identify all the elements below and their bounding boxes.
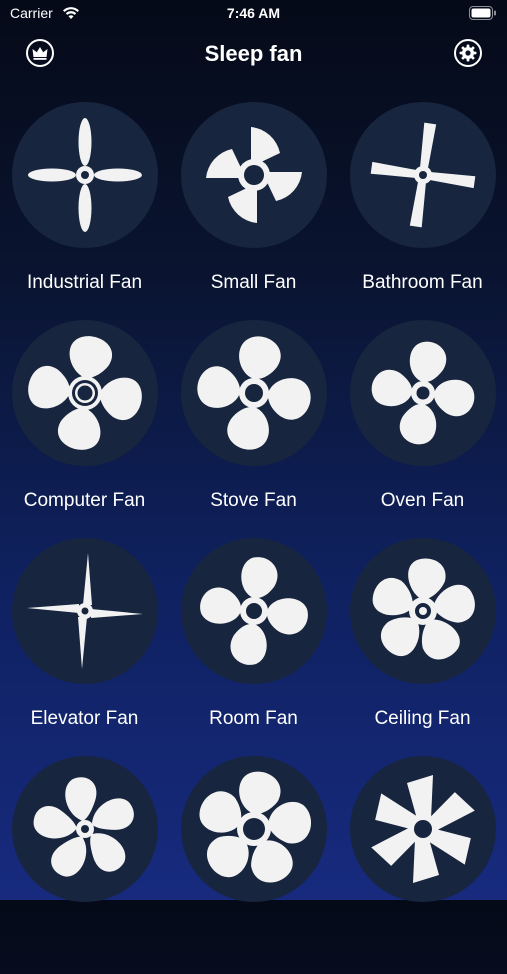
- navigation-bar: Sleep fan: [0, 28, 507, 78]
- ceiling-fan-icon: [372, 558, 475, 660]
- fan-label: Room Fan: [209, 708, 298, 729]
- fan-disc: [181, 320, 327, 466]
- fan-disc: [181, 102, 327, 248]
- fan-tile-elevator[interactable]: Elevator Fan: [0, 538, 169, 756]
- fan-disc: [12, 102, 158, 248]
- fan-tile-ceiling[interactable]: Ceiling Fan: [338, 538, 507, 756]
- status-bar: Carrier 7:46 AM: [0, 0, 507, 28]
- room-fan-icon: [200, 557, 308, 665]
- fan-label: Industrial Fan: [26, 272, 143, 293]
- bathroom-fan-icon: [370, 122, 476, 228]
- fan-disc: [350, 538, 496, 684]
- stove-fan-icon: [197, 336, 311, 450]
- fan-tile-industrial[interactable]: Industrial Fan: [0, 102, 169, 320]
- fan-tile-computer[interactable]: Computer Fan: [0, 320, 169, 538]
- fan-tile[interactable]: [169, 756, 338, 974]
- fan-tile-oven[interactable]: Oven Fan: [338, 320, 507, 538]
- fan-tile-small[interactable]: Small Fan: [169, 102, 338, 320]
- fan-disc: [350, 320, 496, 466]
- fan-icon: [371, 775, 475, 883]
- page-title: Sleep fan: [204, 41, 303, 66]
- fan-icon: [33, 777, 134, 877]
- fan-disc: [12, 756, 158, 902]
- oven-fan-icon: [371, 341, 475, 445]
- battery-icon: [469, 6, 497, 25]
- status-time: 7:46 AM: [226, 5, 281, 21]
- fan-disc: [12, 538, 158, 684]
- fan-tile[interactable]: [338, 756, 507, 974]
- fan-disc: [350, 756, 496, 902]
- gear-icon: [454, 39, 482, 67]
- fan-tile-stove[interactable]: Stove Fan: [169, 320, 338, 538]
- fan-label: Small Fan: [210, 272, 297, 293]
- fan-disc: [12, 320, 158, 466]
- fan-label: Stove Fan: [210, 490, 297, 511]
- fan-disc: [181, 756, 327, 902]
- computer-fan-icon: [28, 336, 142, 450]
- fan-label: Bathroom Fan: [362, 272, 483, 293]
- fan-label: Ceiling Fan: [374, 708, 471, 729]
- fan-icon: [199, 771, 312, 883]
- fan-tile-bathroom[interactable]: Bathroom Fan: [338, 102, 507, 320]
- fan-disc: [350, 102, 496, 248]
- fan-label: Oven Fan: [380, 490, 465, 511]
- fan-tile-room[interactable]: Room Fan: [169, 538, 338, 756]
- fan-disc: [181, 538, 327, 684]
- fan-tile[interactable]: [0, 756, 169, 974]
- fan-label: Elevator Fan: [30, 708, 139, 729]
- small-fan-icon: [206, 127, 302, 223]
- settings-button[interactable]: [453, 38, 483, 68]
- elevator-fan-icon: [27, 553, 143, 669]
- industrial-fan-icon: [28, 118, 142, 232]
- fan-label: Computer Fan: [23, 490, 146, 511]
